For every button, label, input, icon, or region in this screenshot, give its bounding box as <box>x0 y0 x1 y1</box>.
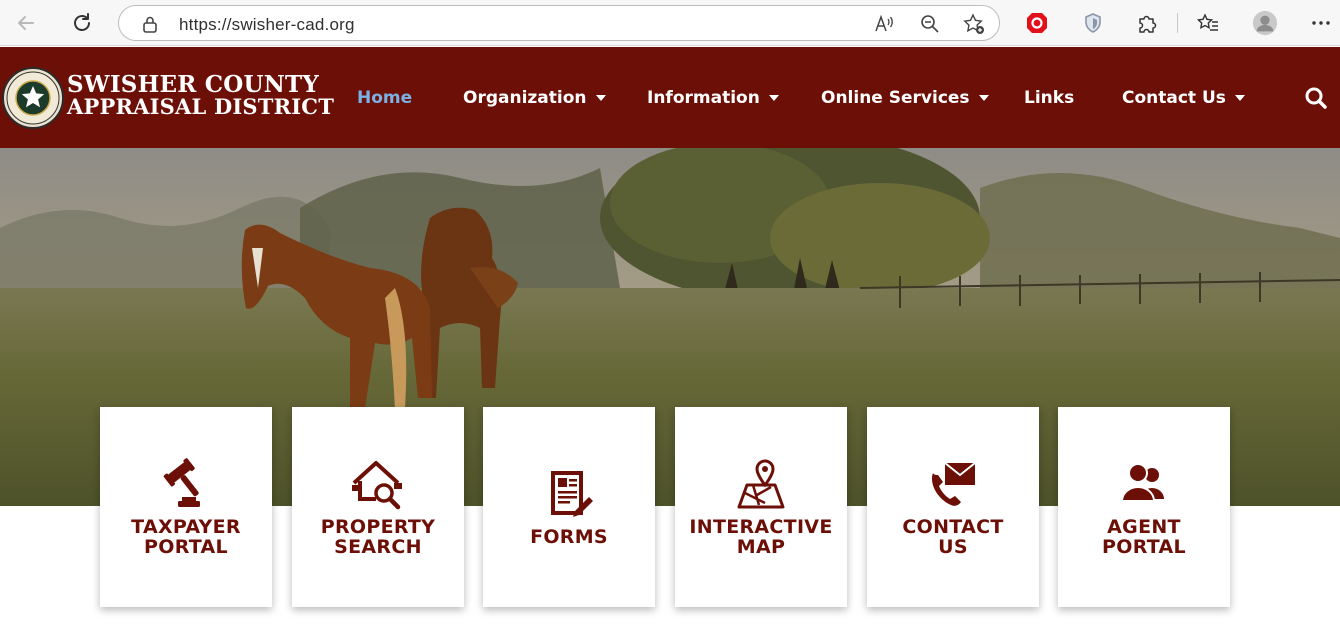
nav-organization-label: Organization <box>463 88 587 108</box>
nav-links-label: Links <box>1024 88 1075 108</box>
back-arrow-icon[interactable] <box>12 9 40 37</box>
site-logo-text[interactable]: SWISHER COUNTY APPRAISAL DISTRICT <box>67 71 335 119</box>
card-label: CONTACT US <box>902 516 1004 558</box>
refresh-icon[interactable] <box>68 9 96 37</box>
nav-organization[interactable]: Organization <box>463 87 606 109</box>
shield-icon[interactable] <box>1080 10 1106 36</box>
chevron-down-icon <box>595 95 606 101</box>
puzzle-icon[interactable] <box>1134 10 1160 36</box>
card-taxpayer-portal[interactable]: TAXPAYER PORTAL <box>100 407 272 607</box>
logo-line-1: SWISHER COUNTY <box>67 71 319 98</box>
card-interactive-map[interactable]: INTERACTIVE MAP <box>675 407 847 607</box>
logo-line-2: APPRAISAL DISTRICT <box>67 94 335 119</box>
nav-online-services-label: Online Services <box>821 88 970 108</box>
card-label: PROPERTY SEARCH <box>320 516 436 558</box>
search-icon[interactable] <box>1304 86 1328 110</box>
users-icon <box>1116 457 1172 513</box>
card-label: FORMS <box>530 526 608 548</box>
chevron-down-icon <box>768 95 779 101</box>
zoom-out-icon[interactable] <box>919 13 941 35</box>
url-text[interactable]: https://swisher-cad.org <box>179 15 355 35</box>
nav-online-services[interactable]: Online Services <box>821 87 989 109</box>
chevron-down-icon <box>1234 95 1245 101</box>
site-header: SWISHER COUNTY APPRAISAL DISTRICT Home O… <box>0 47 1340 148</box>
toolbar-divider <box>1177 13 1178 33</box>
nav-home[interactable]: Home <box>357 87 412 109</box>
gavel-icon <box>158 457 214 513</box>
nav-information-label: Information <box>647 88 760 108</box>
county-seal-logo[interactable] <box>2 67 64 129</box>
card-contact-us[interactable]: CONTACT US <box>867 407 1039 607</box>
add-favorite-icon[interactable] <box>963 13 985 35</box>
nav-information[interactable]: Information <box>647 87 779 109</box>
card-label: INTERACTIVE MAP <box>689 516 833 558</box>
profile-icon[interactable] <box>1252 10 1278 36</box>
nav-contact-us[interactable]: Contact Us <box>1122 87 1245 109</box>
lock-icon[interactable] <box>139 13 161 35</box>
read-aloud-icon[interactable] <box>873 13 895 35</box>
document-form-icon <box>541 467 597 523</box>
browser-toolbar: https://swisher-cad.org <box>0 0 1340 46</box>
nav-links[interactable]: Links <box>1024 87 1074 109</box>
map-pin-icon <box>733 457 789 513</box>
card-forms[interactable]: FORMS <box>483 407 655 607</box>
more-icon[interactable] <box>1308 10 1334 36</box>
house-search-icon <box>350 457 406 513</box>
card-label: TAXPAYER PORTAL <box>131 516 241 558</box>
extension-red-icon[interactable] <box>1024 10 1050 36</box>
nav-home-label: Home <box>357 88 413 108</box>
address-bar[interactable]: https://swisher-cad.org <box>118 5 1000 41</box>
card-agent-portal[interactable]: AGENT PORTAL <box>1058 407 1230 607</box>
nav-contact-us-label: Contact Us <box>1122 88 1226 108</box>
card-label: AGENT PORTAL <box>1102 516 1186 558</box>
card-property-search[interactable]: PROPERTY SEARCH <box>292 407 464 607</box>
phone-envelope-icon <box>925 457 981 513</box>
chevron-down-icon <box>978 95 989 101</box>
favorites-icon[interactable] <box>1195 10 1221 36</box>
